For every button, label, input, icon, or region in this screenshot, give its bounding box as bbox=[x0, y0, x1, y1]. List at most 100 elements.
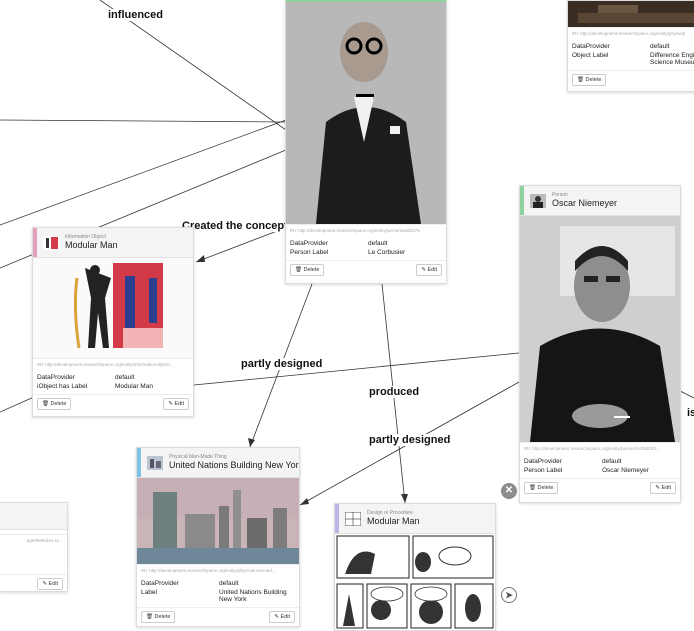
prop-key: DataProvider bbox=[524, 458, 562, 465]
prop-key: DataProvider bbox=[572, 43, 610, 50]
edge-label-created-concept: Created the concept bbox=[180, 220, 290, 232]
close-icon[interactable]: ✕ bbox=[501, 483, 517, 499]
trash-icon: 🗑 bbox=[42, 401, 49, 407]
prop-key: Person Label bbox=[290, 249, 329, 256]
thumbnail-icon bbox=[345, 511, 361, 526]
card-le-corbusier[interactable]: IRI: http://development.researchspace.or… bbox=[285, 0, 447, 284]
prop-key: Person Label bbox=[524, 467, 563, 474]
arrowhead bbox=[401, 494, 408, 503]
prop-key: Label bbox=[141, 589, 157, 596]
card-image-modular-man bbox=[33, 258, 193, 358]
card-header: Design or Procedure Modular Man bbox=[335, 504, 495, 534]
card-footer: 🗑 Delete bbox=[568, 70, 694, 89]
card-image-comic bbox=[335, 534, 495, 630]
card-properties: DataProvider default Label United Nations … bbox=[137, 576, 299, 607]
prop-value: default bbox=[602, 458, 622, 465]
prop-value: default bbox=[219, 580, 239, 587]
prop-value: United Nations Building New York bbox=[219, 589, 287, 603]
delete-label: Delete bbox=[537, 485, 554, 491]
prop-value: Modular Man bbox=[115, 383, 153, 390]
edit-label: Edit bbox=[174, 401, 184, 407]
edit-button[interactable]: ✎ Edit bbox=[416, 264, 442, 276]
iri-text: IRI: http://development.researchspace.or… bbox=[33, 358, 193, 370]
delete-button[interactable]: 🗑 Delete bbox=[141, 611, 176, 623]
iri-text: IRI: http://development.researchspace.or… bbox=[137, 564, 299, 576]
card-oscar-niemeyer[interactable]: Person Oscar Niemeyer IRI: http://develo… bbox=[519, 185, 681, 503]
delete-label: Delete bbox=[303, 267, 320, 273]
card-properties: DataProvider default iObject has Label Mod… bbox=[33, 370, 193, 394]
edit-label: Edit bbox=[280, 614, 290, 620]
prop-key: iObject has Label bbox=[37, 383, 88, 390]
edge-left-3[interactable] bbox=[0, 396, 35, 413]
arrowhead bbox=[196, 255, 205, 262]
iri-text: IRI: http://development.researchspace.or… bbox=[568, 27, 694, 39]
edit-button[interactable]: ✎ Edit bbox=[163, 398, 189, 410]
entity-title: United Nations Building New York bbox=[169, 460, 300, 470]
edit-label: Edit bbox=[48, 581, 58, 587]
iri-text: IRI: http://development.researchspace.or… bbox=[286, 224, 446, 236]
delete-button[interactable]: 🗑 Delete bbox=[572, 74, 607, 86]
prop-value: Le Corbusier bbox=[368, 249, 406, 256]
prop-key: DataProvider bbox=[37, 374, 75, 381]
edit-label: Edit bbox=[661, 485, 671, 491]
edit-icon: ✎ bbox=[42, 581, 47, 587]
thumbnail-icon bbox=[43, 235, 59, 250]
edit-button[interactable]: ✎ Edit bbox=[269, 611, 295, 623]
card-header: Information Object Modular Man bbox=[33, 228, 193, 258]
prop-value: Oscar Niemeyer bbox=[602, 467, 649, 474]
edge-label-influenced: influenced bbox=[106, 9, 166, 21]
card-image-le-corbusier bbox=[286, 2, 446, 224]
edge-label-clipped: is bbox=[687, 407, 694, 419]
card-header: Physical Man-Made Thing United Nations B… bbox=[137, 448, 299, 478]
edit-button[interactable]: ✎ Edit bbox=[37, 578, 63, 590]
card-properties: DataProvider default Person Label Le Corbu… bbox=[286, 236, 446, 260]
edit-icon: ✎ bbox=[655, 485, 660, 491]
card-footer: 🗑 Delete ✎ Edit bbox=[33, 394, 193, 413]
edge-left-0[interactable] bbox=[0, 119, 287, 123]
edit-icon: ✎ bbox=[421, 267, 426, 273]
card-footer: 🗑 Delete ✎ Edit bbox=[520, 478, 680, 497]
card-modular-man-info[interactable]: Information Object Modular Man IRI: http… bbox=[32, 227, 194, 417]
delete-button[interactable]: 🗑 Delete bbox=[37, 398, 72, 410]
delete-button[interactable]: 🗑 Delete bbox=[290, 264, 325, 276]
delete-label: Delete bbox=[50, 401, 67, 407]
card-difference-engine[interactable]: IRI: http://development.researchspace.or… bbox=[567, 0, 694, 92]
prop-key: Object Label bbox=[572, 52, 609, 59]
iri-text: ...age/9095d1e-11... bbox=[0, 534, 67, 546]
edit-icon: ✎ bbox=[274, 614, 279, 620]
card-image bbox=[568, 1, 694, 27]
prop-value: Difference Engin Science Museum bbox=[650, 52, 694, 66]
card-footer: 🗑 Delete ✎ Edit bbox=[137, 607, 299, 626]
trash-icon: 🗑 bbox=[529, 485, 536, 491]
edit-label: Edit bbox=[427, 267, 437, 273]
card-properties: DataProvider default Person Label Oscar Ni… bbox=[520, 454, 680, 478]
edge-created[interactable] bbox=[195, 227, 286, 263]
card-header: Person Oscar Niemeyer bbox=[520, 186, 680, 216]
iri-text: IRI: http://development.researchspace.or… bbox=[520, 442, 680, 454]
type-color-bar bbox=[520, 186, 524, 215]
delete-button[interactable]: 🗑 Delete bbox=[524, 482, 559, 494]
card-image-oscar-niemeyer bbox=[520, 216, 680, 442]
edit-button[interactable]: ✎ Edit bbox=[650, 482, 676, 494]
entity-title: Oscar Niemeyer bbox=[552, 198, 618, 208]
card-partial-left[interactable]: ...age/9095d1e-11... ✎ Edit bbox=[0, 502, 68, 592]
prop-key: DataProvider bbox=[141, 580, 179, 587]
entity-title: Modular Man bbox=[367, 516, 420, 526]
edge-label-partly-designed: partly designed bbox=[367, 434, 453, 446]
card-modular-man-design[interactable]: Design or Procedure Modular Man bbox=[334, 503, 496, 631]
card-united-nations-building[interactable]: Physical Man-Made Thing United Nations B… bbox=[136, 447, 300, 627]
edge-label-produced: produced bbox=[367, 386, 422, 398]
card-footer: 🗑 Delete ✎ Edit bbox=[286, 260, 446, 279]
prop-value: default bbox=[115, 374, 135, 381]
prop-value: default bbox=[650, 43, 670, 50]
type-color-bar bbox=[33, 228, 37, 257]
compass-icon[interactable]: ➤ bbox=[501, 587, 517, 603]
delete-label: Delete bbox=[154, 614, 171, 620]
card-header bbox=[0, 503, 67, 530]
thumbnail-icon bbox=[530, 193, 546, 208]
prop-value: default bbox=[368, 240, 388, 247]
prop-key: DataProvider bbox=[290, 240, 328, 247]
trash-icon: 🗑 bbox=[295, 267, 302, 273]
card-image-un-building bbox=[137, 478, 299, 564]
edge-label-partly-designed: partly designed bbox=[239, 358, 325, 370]
